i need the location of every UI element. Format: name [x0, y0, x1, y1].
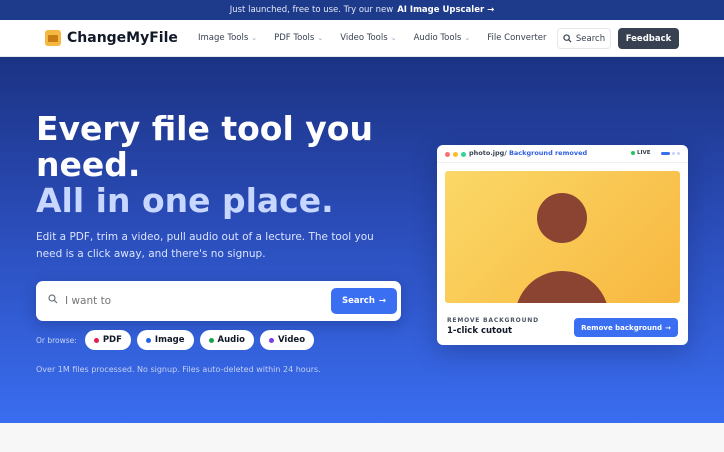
preview-card: photo.jpg/ Background removed LIVE REMOV… — [437, 145, 688, 345]
hero-note: Over 1M files processed. No signup. File… — [36, 365, 321, 374]
remove-background-button[interactable]: Remove background → — [574, 318, 678, 337]
menu-item-pdf-tools[interactable]: PDF Tools ⌄ — [274, 33, 323, 43]
card-status: Background removed — [508, 149, 588, 157]
search-icon — [563, 34, 572, 43]
hero-section: Every file tool you need. All in one pla… — [0, 57, 724, 423]
menu-item-audio-tools[interactable]: Audio Tools ⌄ — [414, 33, 471, 43]
hero-search-button[interactable]: Search → — [331, 288, 397, 314]
hero-title-line2: All in one place. — [36, 181, 334, 220]
menu-item-file-converter[interactable]: File Converter — [487, 33, 546, 43]
hero-search-box: Search → — [36, 281, 401, 321]
hero-search-input[interactable] — [65, 292, 325, 310]
dot-icon — [93, 337, 99, 343]
announcement-link-label[interactable]: AI Image Upscaler — [397, 5, 484, 15]
main-menu: Image Tools ⌄ PDF Tools ⌄ Video Tools ⌄ … — [198, 20, 547, 56]
nav-search-button[interactable]: Search — [557, 28, 611, 49]
chevron-down-icon: ⌄ — [251, 34, 258, 42]
chevron-down-icon: ⌄ — [390, 34, 397, 42]
hero-title: Every file tool you need. All in one pla… — [36, 111, 396, 219]
hero-subtitle: Edit a PDF, trim a video, pull audio out… — [36, 231, 374, 260]
dot-icon — [208, 337, 214, 343]
chip-image[interactable]: Image — [136, 330, 194, 350]
feedback-button[interactable]: Feedback — [618, 28, 679, 49]
top-nav: ChangeMyFile Image Tools ⌄ PDF Tools ⌄ V… — [0, 20, 724, 57]
folder-icon — [45, 30, 61, 46]
live-label: LIVE — [637, 150, 651, 156]
dot-icon — [145, 337, 151, 343]
person-head-shape — [537, 193, 587, 243]
menu-item-label: File Converter — [487, 33, 547, 43]
card-file-label: photo.jpg/ Background removed — [469, 149, 587, 157]
live-dot-icon — [631, 151, 635, 155]
announcement-text: Just launched, free to use. Try our new — [229, 5, 394, 15]
menu-item-label: Image Tools — [198, 33, 249, 43]
arrow-right-icon: → — [664, 323, 671, 332]
window-dot-icon — [453, 152, 458, 157]
preview-image — [445, 171, 680, 303]
card-title: 1-click cutout — [447, 326, 513, 336]
search-icon — [48, 294, 58, 304]
announcement-link[interactable]: AI Image Upscaler → — [397, 5, 494, 15]
card-titlebar: photo.jpg/ Background removed LIVE — [437, 145, 688, 163]
logo[interactable]: ChangeMyFile — [45, 30, 178, 46]
arrow-right-icon: → — [378, 296, 387, 306]
hero-title-line1: Every file tool you need. — [36, 109, 373, 184]
menu-item-image-tools[interactable]: Image Tools ⌄ — [198, 33, 257, 43]
chevron-down-icon: ⌄ — [317, 34, 324, 42]
browse-chips: Or browse: PDF Image Audio Video — [36, 330, 315, 350]
chip-audio[interactable]: Audio — [199, 330, 254, 350]
card-progress-icon — [661, 152, 681, 155]
card-caption: REMOVE BACKGROUND — [447, 317, 539, 324]
chip-label: Video — [278, 335, 306, 345]
live-badge: LIVE — [631, 150, 651, 156]
chip-label: Image — [154, 335, 185, 345]
dot-icon — [269, 337, 274, 343]
search-button-label: Search — [341, 296, 375, 306]
window-dot-icon — [445, 152, 450, 157]
card-button-label: Remove background — [581, 323, 662, 332]
person-body-shape — [515, 271, 609, 303]
chip-pdf[interactable]: PDF — [84, 330, 131, 350]
menu-item-video-tools[interactable]: Video Tools ⌄ — [340, 33, 396, 43]
chip-label: PDF — [102, 335, 122, 345]
chip-video[interactable]: Video — [260, 330, 315, 350]
window-dot-icon — [461, 152, 466, 157]
search-label: Search — [575, 33, 606, 44]
menu-item-label: Audio Tools — [413, 33, 462, 43]
menu-item-label: Video Tools — [340, 33, 388, 43]
chip-label: Audio — [217, 335, 245, 345]
logo-text: ChangeMyFile — [67, 30, 178, 46]
chevron-down-icon: ⌄ — [464, 34, 471, 42]
browse-label: Or browse: — [36, 335, 77, 345]
arrow-right-icon: → — [487, 5, 495, 15]
announcement-bar: Just launched, free to use. Try our new … — [0, 0, 724, 20]
card-file-name: photo.jpg/ — [469, 149, 507, 157]
menu-item-label: PDF Tools — [274, 33, 315, 43]
